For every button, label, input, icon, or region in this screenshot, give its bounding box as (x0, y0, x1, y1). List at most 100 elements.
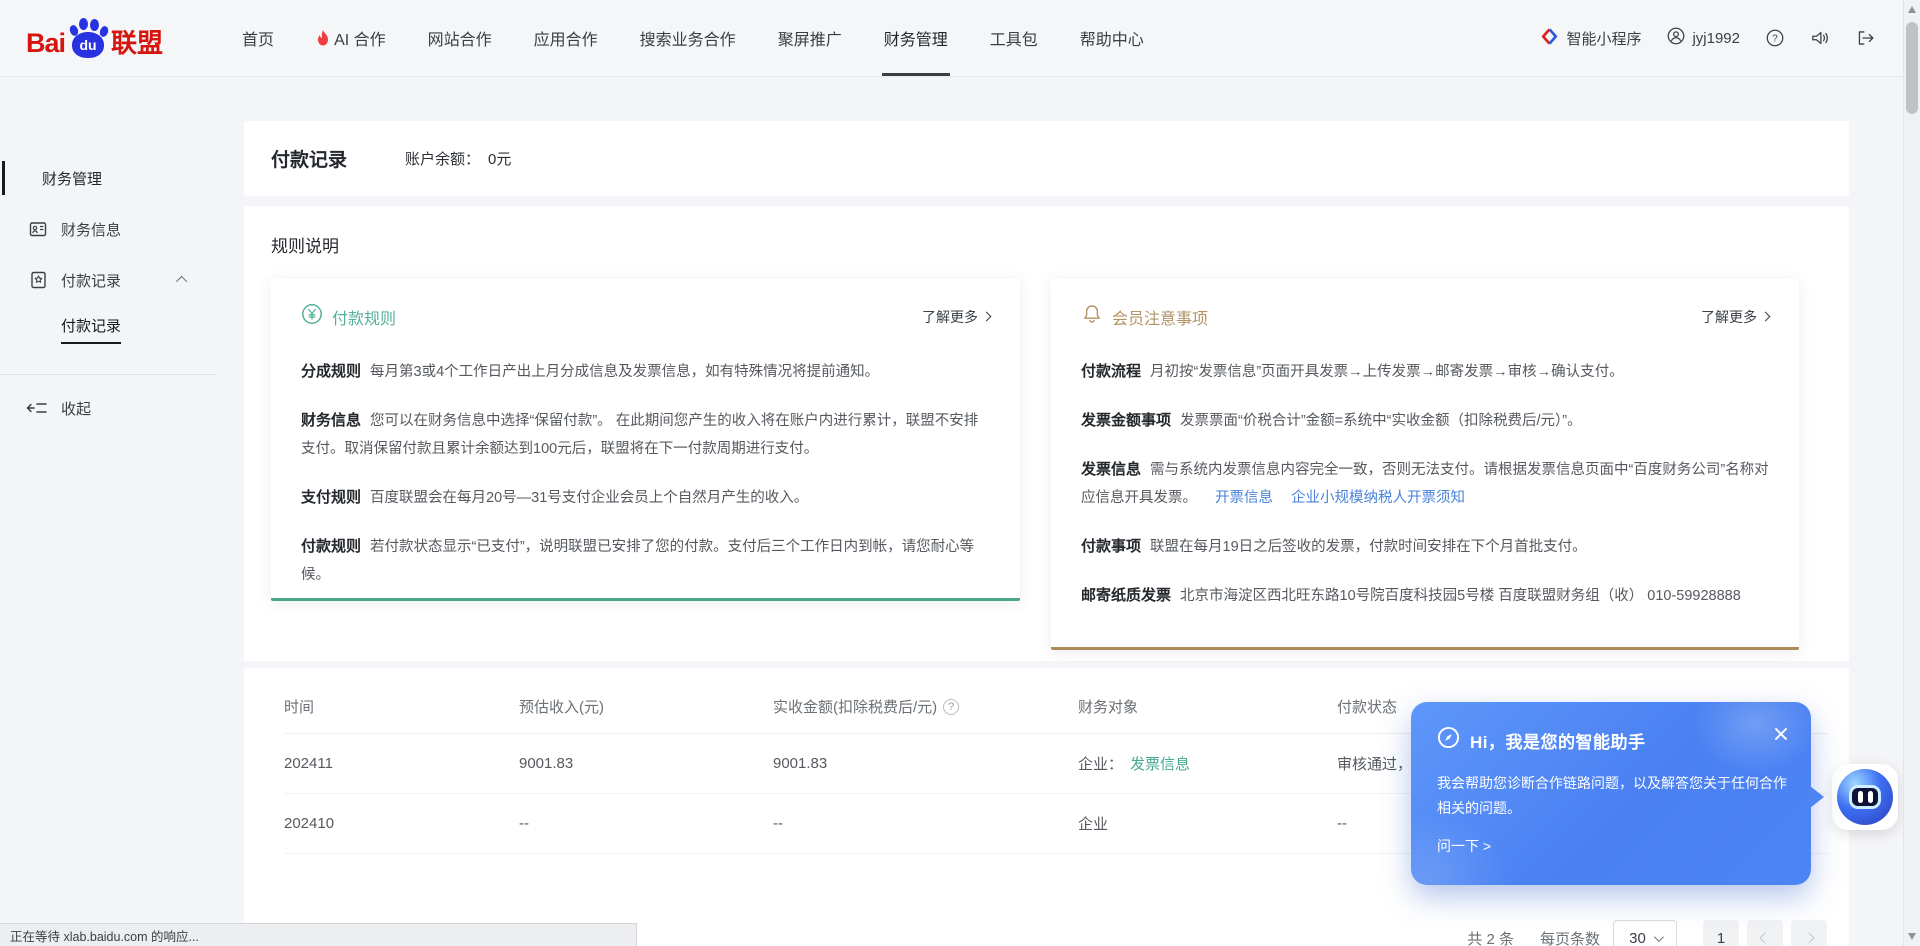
header-right-cluster: 智能小程序 jyj1992 ? (1540, 0, 1875, 76)
account-balance: 账户余额： 0元 (405, 148, 511, 169)
cell-estimate: 9001.83 (519, 755, 773, 772)
cell-actual: -- (773, 815, 1078, 832)
rule-item: 支付规则百度联盟会在每月20号—31号支付企业会员上个自然月产生的收入。 (301, 484, 990, 512)
next-page-button[interactable] (1791, 920, 1827, 946)
rule-item: 发票金额事项发票票面“价税合计”金额=系统中“实收金额（扣除税费后/元）”。 (1081, 407, 1769, 435)
user-icon (1667, 27, 1685, 49)
cell-entity: 企业： 发票信息 (1078, 753, 1337, 774)
close-icon[interactable] (1773, 726, 1789, 742)
sidebar-subitem-payment-record[interactable]: 付款记录 (0, 311, 244, 347)
main-nav: 首页 AI 合作 网站合作 应用合作 搜索业务合作 聚屏推广 财务管理 工具包 … (221, 0, 1165, 76)
total-count: 共 2 条 (1467, 928, 1514, 946)
col-header-actual-amount: 实收金额(扣除税费后/元) ? (773, 696, 1078, 717)
certificate-icon (28, 270, 48, 290)
svg-text:?: ? (1772, 34, 1778, 45)
nav-website-cooperation[interactable]: 网站合作 (407, 0, 513, 76)
invoice-info-link[interactable]: 开票信息 (1215, 490, 1273, 506)
cell-time: 202410 (284, 815, 519, 832)
sidebar-collapse-button[interactable]: 收起 (0, 390, 244, 426)
cell-time: 202411 (284, 755, 519, 772)
diamond-icon (1540, 27, 1559, 50)
robot-face-icon (1837, 769, 1893, 825)
balance-label: 账户余额： (405, 151, 480, 168)
cell-estimate: -- (519, 815, 773, 832)
rule-item: 邮寄纸质发票北京市海淀区西北旺东路10号院百度科技园5号楼 百度联盟财务组（收）… (1081, 582, 1769, 610)
logo-text-bai: Bai (26, 30, 65, 60)
nav-help-center[interactable]: 帮助中心 (1059, 0, 1165, 76)
assistant-robot-button[interactable] (1832, 764, 1898, 830)
yen-circle-icon (301, 303, 323, 330)
nav-toolkit[interactable]: 工具包 (969, 0, 1059, 76)
bell-icon (1081, 303, 1103, 330)
page-titlebar: 付款记录 账户余额： 0元 (244, 121, 1849, 196)
cell-entity: 企业 (1078, 813, 1337, 834)
sidebar: 财务管理 财务信息 付款记录 付款记录 (0, 76, 244, 946)
sidebar-item-payment-record[interactable]: 付款记录 (0, 260, 244, 300)
rule-item: 付款流程月初按“发票信息”页面开具发票→上传发票→邮寄发票→审核→确认支付。 (1081, 358, 1769, 386)
scroll-up-arrow-icon[interactable] (1908, 6, 1916, 13)
nav-finance-management[interactable]: 财务管理 (863, 0, 969, 76)
balance-value: 0元 (488, 151, 511, 168)
ask-now-link[interactable]: 问一下 > (1437, 836, 1785, 856)
user-account[interactable]: jyj1992 (1667, 27, 1740, 49)
learn-more-link[interactable]: 了解更多 (922, 307, 990, 327)
baidu-paw-icon: du (66, 16, 110, 60)
rule-item: 付款规则若付款状态显示“已支付”，说明联盟已安排了您的付款。支付后三个工作日内到… (301, 533, 990, 589)
rule-item: 发票信息需与系统内发票信息内容完全一致，否则无法支付。请根据发票信息页面中“百度… (1081, 456, 1769, 512)
card-title: 付款规则 (332, 305, 396, 329)
col-header-finance-entity: 财务对象 (1078, 696, 1337, 717)
per-page-select[interactable]: 30 (1613, 920, 1677, 946)
flame-icon (316, 30, 330, 47)
card-title: 会员注意事项 (1112, 305, 1208, 329)
page-title: 付款记录 (271, 145, 347, 172)
browser-status-bubble: 正在等待 xlab.baidu.com 的响应... (0, 923, 637, 946)
nav-search-cooperation[interactable]: 搜索业务合作 (619, 0, 757, 76)
top-header: Bai du 联盟 首页 AI 合作 网站合作 应用合作 搜索业务合作 聚屏推广… (0, 0, 1903, 76)
rules-title: 规则说明 (271, 232, 1822, 257)
help-tooltip-icon[interactable]: ? (943, 699, 959, 715)
vertical-scrollbar[interactable] (1903, 0, 1920, 946)
id-card-icon (28, 219, 48, 239)
sidebar-section-finance-management[interactable]: 财务管理 (0, 158, 244, 198)
assistant-popup: Hi，我是您的智能助手 我会帮助您诊断合作链路问题，以及解答您关于任何合作相关的… (1411, 702, 1811, 885)
arrow-right-icon (982, 312, 992, 322)
nav-app-cooperation[interactable]: 应用合作 (513, 0, 619, 76)
col-header-estimated-income: 预估收入(元) (519, 696, 773, 717)
invoice-info-table-link[interactable]: 发票信息 (1130, 753, 1190, 774)
small-taxpayer-notice-link[interactable]: 企业小规模纳税人开票须知 (1291, 490, 1465, 506)
chevron-up-icon[interactable] (176, 276, 187, 287)
help-icon[interactable]: ? (1766, 29, 1784, 47)
logout-icon[interactable] (1856, 29, 1875, 47)
smart-miniapp-link[interactable]: 智能小程序 (1540, 27, 1641, 50)
cell-actual: 9001.83 (773, 755, 1078, 772)
chevron-right-icon (1803, 932, 1814, 943)
sidebar-item-finance-info[interactable]: 财务信息 (0, 209, 244, 249)
chevron-left-icon (1759, 932, 1770, 943)
baidu-union-logo[interactable]: Bai du 联盟 (26, 16, 163, 60)
assistant-message: 我会帮助您诊断合作链路问题，以及解答您关于任何合作相关的问题。 (1437, 771, 1789, 821)
col-header-time: 时间 (284, 696, 519, 717)
logo-text-union: 联盟 (111, 30, 163, 60)
pagination: 共 2 条 每页条数 30 1 (1467, 920, 1827, 946)
status-text: 正在等待 xlab.baidu.com 的响应... (10, 926, 199, 945)
compass-icon (1437, 726, 1460, 754)
learn-more-link[interactable]: 了解更多 (1701, 307, 1769, 327)
arrow-right-icon (1761, 312, 1771, 322)
scrollbar-thumb[interactable] (1906, 22, 1918, 114)
scroll-down-arrow-icon[interactable] (1908, 933, 1916, 940)
assistant-title: Hi，我是您的智能助手 (1470, 728, 1646, 753)
nav-screen-promotion[interactable]: 聚屏推广 (757, 0, 863, 76)
per-page-label: 每页条数 (1540, 928, 1600, 946)
page-number-button[interactable]: 1 (1703, 920, 1739, 946)
announcement-speaker-icon[interactable] (1810, 29, 1830, 47)
collapse-icon (26, 398, 48, 418)
sidebar-divider (0, 374, 216, 375)
nav-ai-cooperation[interactable]: AI 合作 (295, 0, 407, 76)
logo-text-du: du (72, 32, 104, 58)
payment-rules-card: 付款规则 了解更多 分成规则每月第3或4个工作日产出上月分成信息及发票信息，如有… (271, 279, 1020, 601)
prev-page-button[interactable] (1747, 920, 1783, 946)
nav-home[interactable]: 首页 (221, 0, 295, 76)
chevron-down-icon (1654, 932, 1664, 942)
rules-panel: 规则说明 付款规则 了解更多 分成规则每月第 (244, 206, 1849, 661)
rule-item: 分成规则每月第3或4个工作日产出上月分成信息及发票信息，如有特殊情况将提前通知。 (301, 358, 990, 386)
